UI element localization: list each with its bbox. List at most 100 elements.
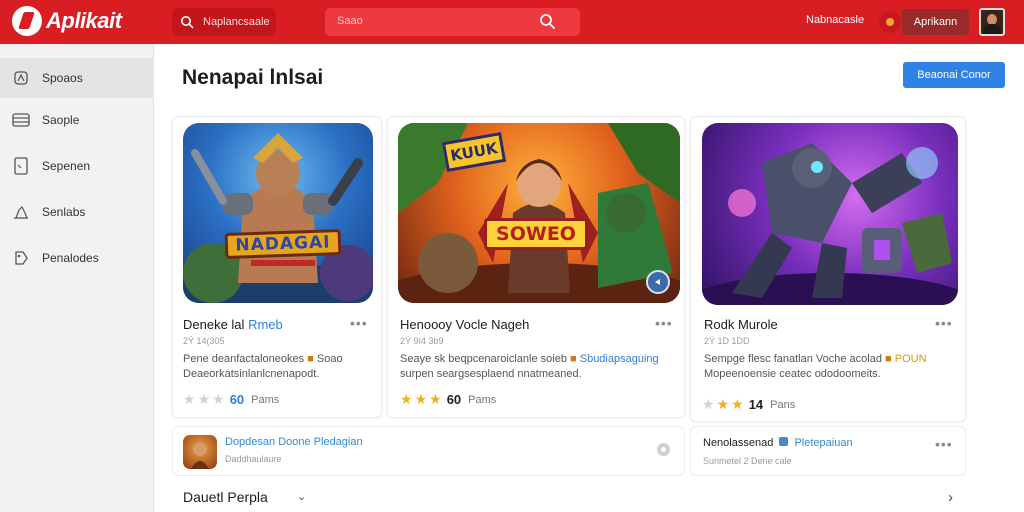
- app-badge-icon: [779, 437, 789, 446]
- rating-unit: Pams: [251, 393, 280, 406]
- mech-warrior-illustration: [702, 143, 958, 305]
- list-item-title-text: Nenolassenad: [703, 437, 774, 449]
- rating-unit: Pans: [770, 398, 796, 411]
- game-title-banner: NADAGAI: [224, 228, 342, 260]
- game-thumbnail: [183, 435, 217, 469]
- desc-line: Pene deanfactaloneokes: [183, 353, 305, 365]
- list-item[interactable]: Nenolassenad Pletepaiuan Sunmetel 2 Dene…: [690, 426, 966, 476]
- search-icon: [181, 16, 194, 29]
- more-options-icon[interactable]: •••: [935, 315, 953, 331]
- list-item[interactable]: Dopdesan Doone Pledagian Daddhaulaure: [172, 426, 685, 476]
- card-meta: 2Ý 14(305: [183, 336, 225, 346]
- star-icon: ★: [716, 396, 730, 412]
- card-title-text: Deneke lal: [183, 317, 245, 332]
- app-logo[interactable]: Aplikait: [12, 6, 122, 36]
- game-card[interactable]: Rodk Murole ••• 2Ý 1D 1DD Sempge flesc f…: [690, 116, 966, 422]
- sidebar-item-label: Saople: [42, 113, 80, 127]
- desc-accent: Soao: [316, 353, 343, 365]
- desc-line: surpen seargsesplaend nnatmeaned.: [400, 368, 582, 380]
- game-title-banner: SOWEO: [484, 218, 588, 250]
- nav-link[interactable]: Nabnacasle: [806, 14, 864, 26]
- more-options-icon[interactable]: •••: [655, 315, 673, 331]
- emoji-icon: ■: [570, 353, 577, 365]
- list-item-subtitle: Daddhaulaure: [225, 454, 282, 464]
- more-options-icon[interactable]: •••: [935, 436, 953, 452]
- chevron-right-icon[interactable]: ›: [948, 489, 953, 506]
- list-item-title-accent: Pletepaiuan: [794, 437, 853, 449]
- game-card[interactable]: KUUK SOWEO Henoooy Vocle Nageh ••• 2Ý 9ì…: [387, 116, 685, 418]
- card-description: Pene deanfactaloneokes ■ Soao Deaeorkats…: [183, 352, 375, 382]
- sidebar-item-spoaos[interactable]: Spoaos: [0, 58, 154, 98]
- list-item-title: Dopdesan Doone Pledagian: [225, 436, 363, 448]
- more-options-icon[interactable]: •••: [350, 315, 368, 331]
- play-icon[interactable]: [646, 270, 670, 294]
- chart-icon: [12, 203, 30, 221]
- game-art-image[interactable]: [702, 123, 958, 305]
- sidebar-item-label: Sepenen: [42, 159, 91, 173]
- list-item-subtitle: Sunmetel 2 Dene cale: [703, 456, 792, 466]
- star-icon: ★: [429, 391, 442, 407]
- secondary-search-field[interactable]: Naplancsaale: [172, 8, 276, 36]
- rating-count: 60: [446, 392, 462, 407]
- status-dot-icon[interactable]: [657, 443, 670, 456]
- rating-count: 14: [748, 397, 764, 412]
- desc-line: Mopeenoensie ceatec ododoomeits.: [704, 368, 881, 380]
- card-rating: ★ ★ ★ 14 Pans: [702, 396, 795, 413]
- card-meta: 2Ý 1D 1DD: [704, 336, 750, 346]
- star-icon: ★: [400, 391, 413, 407]
- top-app-bar: Aplikait Naplancsaale Saao Nabnacasle Ap…: [0, 0, 1024, 44]
- sidebar: Spoaos Saople Sepenen Senlabs Penalodes: [0, 44, 154, 512]
- desc-line: Sempge flesc fanatlan Voche acolad: [704, 353, 882, 365]
- card-title: Rodk Murole: [704, 317, 778, 332]
- sidebar-item-senlabs[interactable]: Senlabs: [0, 192, 154, 232]
- star-icon: ★: [183, 391, 196, 407]
- user-avatar[interactable]: [979, 8, 1005, 36]
- star-icon: ★: [414, 391, 428, 407]
- desc-accent: Sbudiapsaguing: [579, 353, 659, 365]
- chevron-down-icon[interactable]: ⌄: [297, 490, 306, 503]
- game-card[interactable]: NADAGAI Deneke lal Rmeb ••• 2Ý 14(305 Pe…: [172, 116, 382, 418]
- main-search-placeholder: Saao: [337, 15, 363, 27]
- game-art-image[interactable]: KUUK SOWEO: [398, 123, 680, 303]
- sidebar-item-label: Penalodes: [42, 251, 99, 265]
- desc-line: Deaeorkatsinlanlcnenapodt.: [183, 368, 320, 380]
- card-description: Seaye sk beqpcenaroiclanle soieb ■ Sbudi…: [400, 352, 682, 382]
- app-name: Aplikait: [46, 8, 122, 33]
- star-icon: ★: [212, 391, 225, 407]
- star-icon: ★: [197, 391, 211, 407]
- main-search-input[interactable]: Saao: [325, 8, 580, 36]
- home-icon: [12, 69, 30, 87]
- rating-unit: Pams: [468, 393, 497, 406]
- page-title: Nenapai lnlsai: [182, 66, 324, 89]
- card-meta: 2Ý 9ì4 3b9: [400, 336, 444, 346]
- list-icon: [12, 111, 30, 129]
- notification-icon[interactable]: [879, 11, 901, 33]
- card-description: Sempge flesc fanatlan Voche acolad ■ POU…: [704, 352, 966, 382]
- card-title-accent: Rmeb: [248, 317, 283, 332]
- search-icon[interactable]: [539, 13, 556, 30]
- sidebar-item-sepenen[interactable]: Sepenen: [0, 146, 154, 186]
- primary-action-button[interactable]: Beaonai Conor: [903, 62, 1005, 88]
- sidebar-item-label: Senlabs: [42, 205, 86, 219]
- game-art-image[interactable]: NADAGAI: [183, 123, 373, 303]
- rating-count: 60: [229, 392, 245, 407]
- sidebar-item-label: Spoaos: [42, 71, 83, 85]
- star-icon: ★: [731, 396, 744, 412]
- sidebar-item-penalodes[interactable]: Penalodes: [0, 238, 154, 278]
- emoji-icon: ■: [885, 353, 892, 365]
- sidebar-item-saople[interactable]: Saople: [0, 100, 154, 140]
- card-rating: ★ ★ ★ 60 Pams: [400, 391, 496, 408]
- secondary-search-placeholder: Naplancsaale: [203, 16, 270, 28]
- card-rating: ★ ★ ★ 60 Pams: [183, 391, 279, 408]
- account-button[interactable]: Aprikann: [902, 9, 969, 35]
- logo-icon: [12, 6, 42, 36]
- desc-accent: POUN: [894, 353, 927, 365]
- card-title: Henoooy Vocle Nageh: [400, 317, 530, 332]
- list-item-title: Nenolassenad Pletepaiuan: [703, 437, 853, 449]
- heroine-illustration: [398, 123, 680, 303]
- tag-icon: [12, 249, 30, 267]
- game-logo-text: KUUK: [449, 139, 499, 165]
- warrior-illustration: [183, 133, 373, 303]
- emoji-icon: ■: [307, 353, 314, 365]
- game-art-title: NADAGAI: [235, 232, 331, 256]
